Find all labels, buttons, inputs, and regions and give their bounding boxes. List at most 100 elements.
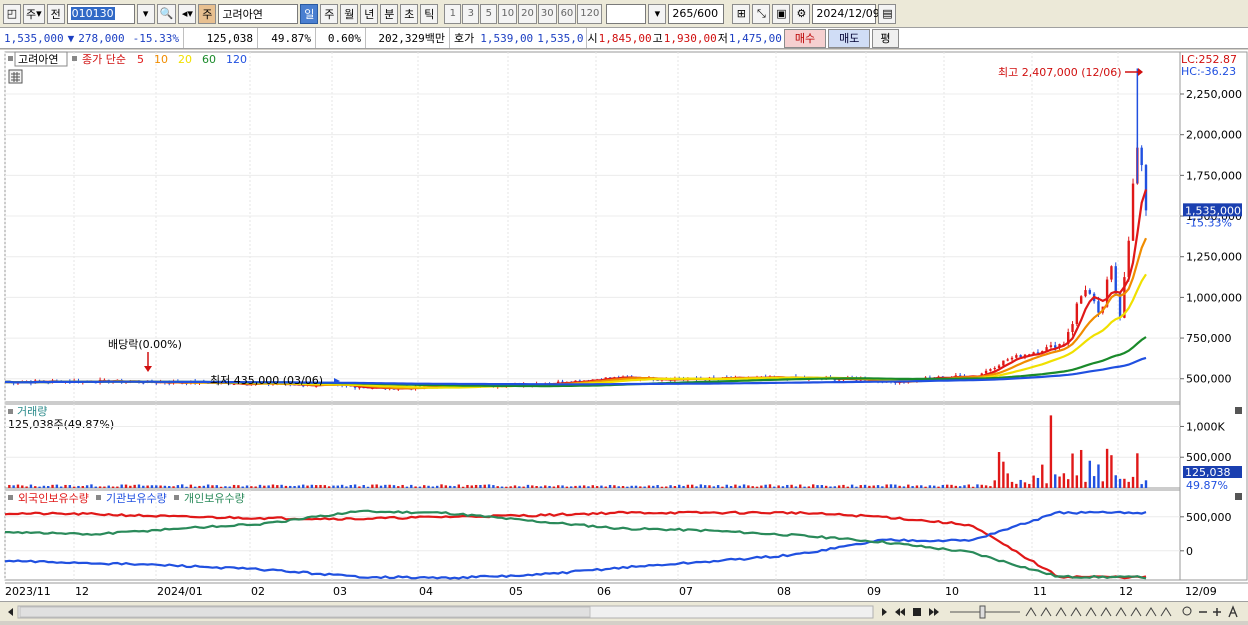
volume-bar (483, 484, 486, 488)
zoom-in-icon[interactable] (1213, 608, 1221, 616)
holdings-tick-label: 0 (1186, 545, 1193, 558)
volume-bar (518, 486, 521, 488)
volume-bar (146, 485, 149, 488)
sell-button[interactable]: 매도 (828, 28, 871, 48)
volume-bar (206, 484, 210, 488)
interval-button-20[interactable]: 20 (518, 3, 537, 24)
speed-slider-handle[interactable] (979, 605, 986, 619)
period-button-4[interactable]: 분 (380, 3, 399, 24)
volume-bar (894, 484, 897, 488)
line-icon[interactable] (1040, 607, 1052, 617)
x-axis-label: 10 (945, 585, 959, 598)
volume-bar (1036, 477, 1040, 488)
volume-bar (8, 484, 11, 488)
search-icon[interactable]: 🔍 (156, 3, 177, 24)
rewind-icon[interactable] (895, 608, 905, 616)
volume-bar (557, 485, 560, 488)
scrollbar-thumb[interactable] (19, 606, 591, 618)
volume-bar (1092, 476, 1096, 488)
interval-button-60[interactable]: 60 (557, 3, 577, 24)
interval-button-5[interactable]: 5 (480, 3, 498, 24)
volume-bar (907, 484, 910, 488)
angle-icon[interactable] (1085, 607, 1097, 617)
fast-forward-icon[interactable] (929, 608, 939, 616)
chart-icon[interactable] (1130, 607, 1142, 617)
period-button-1[interactable]: 주 (320, 3, 339, 24)
cursor-icon[interactable] (1055, 607, 1067, 617)
period-button-0[interactable]: 일 (300, 3, 319, 24)
code-dropdown-icon[interactable]: ▾ (136, 3, 155, 24)
period-button-3[interactable]: 년 (360, 3, 379, 24)
auto-scale-icon[interactable] (1228, 605, 1238, 618)
volume-bar (513, 485, 517, 488)
chart-type-icon[interactable]: ⊞ (732, 3, 751, 24)
stop-icon[interactable] (913, 608, 921, 616)
speaker-icon[interactable]: ◂▾ (178, 3, 197, 24)
stock-code-input[interactable]: 010130 (66, 3, 135, 24)
volume-bar (941, 484, 945, 488)
copy-icon[interactable] (1160, 607, 1172, 617)
ma-legend-label: 종가 단순 (82, 53, 126, 66)
candle-body (1002, 360, 1005, 366)
date-input[interactable]: 2024/12/09 (812, 3, 880, 24)
period-button-2[interactable]: 월 (340, 3, 359, 24)
wave-icon[interactable] (1100, 607, 1112, 617)
stock-name-field[interactable]: 고려아연 (218, 3, 299, 24)
interval-input[interactable] (606, 3, 647, 24)
buy-button[interactable]: 매수 (783, 28, 827, 48)
period-button-6[interactable]: 틱 (420, 3, 439, 24)
scroll-left-icon[interactable] (8, 608, 13, 616)
volume-bar (855, 486, 858, 488)
window-icon[interactable]: ◰ (3, 3, 21, 24)
interval-button-120[interactable]: 120 (577, 3, 603, 24)
volume-bar (1140, 484, 1143, 488)
volume-bar (319, 484, 322, 488)
volume-bar (423, 485, 426, 488)
holdings-legend-0: 외국인보유수량 (18, 492, 89, 505)
volume-bar (323, 485, 327, 488)
interval-button-10[interactable]: 10 (498, 3, 518, 24)
x-axis-label: 04 (419, 585, 433, 598)
count-input[interactable]: 265/600 (668, 3, 725, 24)
bottom-scroll-bar (0, 601, 1248, 621)
volume-bar (777, 485, 780, 488)
interval-button-30[interactable]: 30 (537, 3, 557, 24)
price-tick-label: 1,750,000 (1186, 169, 1242, 182)
period-button-5[interactable]: 초 (400, 3, 419, 24)
pen-icon[interactable] (1070, 607, 1082, 617)
interval-button-1[interactable]: 1 (444, 3, 462, 24)
erase-icon[interactable] (1145, 607, 1157, 617)
save-icon[interactable]: ▣ (772, 3, 791, 24)
grid-icon[interactable] (1115, 607, 1127, 617)
zoom-search-icon[interactable] (1182, 606, 1192, 616)
chart-area[interactable]: 2023/11 12 2024/01 02 03 04 05 06 07 08 09 10 11 12 12… (0, 50, 1248, 601)
gear-icon[interactable]: ⚙ (792, 3, 811, 24)
volume-bar (237, 485, 240, 488)
draw-tool-icon[interactable]: ⤡ (752, 3, 771, 24)
ask-price: 1,535,0 (537, 31, 584, 45)
volume-bar (863, 484, 867, 488)
interval-button-3[interactable]: 3 (462, 3, 480, 24)
candle-body (1049, 345, 1053, 348)
volume-bar (790, 484, 793, 488)
volume-bar (656, 485, 659, 488)
type-select[interactable]: 주 ▾ (23, 3, 45, 24)
volume-bar (539, 486, 543, 488)
volume-bar (544, 485, 547, 488)
volume-bar (712, 486, 716, 488)
volume-bar (859, 485, 862, 488)
legend-square-icon (8, 409, 13, 414)
avg-button[interactable]: 평 (872, 28, 899, 48)
stock-chart-svg[interactable]: 2023/11 12 2024/01 02 03 04 05 06 07 08 09 10 11 12 12… (0, 50, 1248, 601)
prev-button[interactable]: 전 (46, 3, 65, 24)
holdings-pane-close-icon (1235, 493, 1242, 500)
volume-bar (1127, 481, 1130, 488)
interval-dropdown-icon[interactable]: ▾ (648, 3, 667, 24)
volume-bar (479, 485, 482, 488)
volume-bar (634, 485, 638, 488)
volume-bar (107, 485, 110, 488)
play-icon[interactable] (882, 608, 887, 616)
calendar-icon[interactable]: ▤ (878, 3, 897, 24)
volume-bar (725, 484, 728, 488)
trend-icon[interactable] (1025, 607, 1037, 617)
